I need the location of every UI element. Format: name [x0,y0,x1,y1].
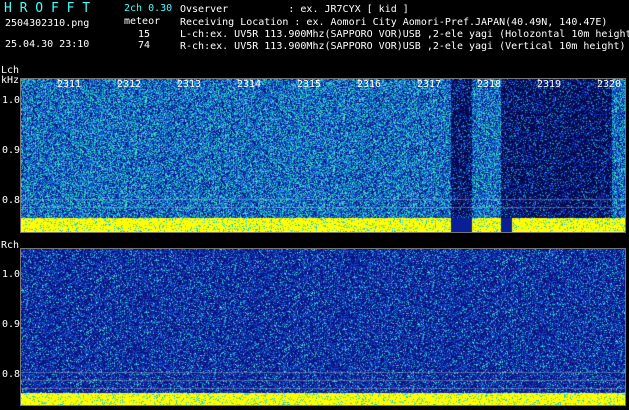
lch-count: 15 [138,29,151,40]
rch-spectrogram [20,248,626,406]
app-logo: H R O F F T [4,1,91,16]
location-line: Receiving Location : ex. Aomori City Aom… [180,17,608,28]
lch-time-tick: 2311 [57,79,82,90]
lch-time-tick: 2319 [537,79,562,90]
lch-time-tick: 2313 [177,79,202,90]
rch-count: 74 [138,40,151,51]
lch-freq-tick-1: 1.0 [2,95,21,106]
filename-label: 2504302310.png [5,18,90,29]
lch-time-tick: 2312 [117,79,142,90]
lch-time-tick: 2316 [357,79,382,90]
rch-info-line: R-ch:ex. UV5R 113.900Mhz(SAPPORO VOR)USB… [180,41,626,52]
rch-freq-tick-1: 1.0 [2,269,21,280]
rch-freq-tick-2: 0.9 [2,319,21,330]
lch-spectrogram-canvas [21,79,625,232]
lch-freq-tick-3: 0.8 [2,195,21,206]
mode-label: meteor [124,16,161,27]
lch-time-tick: 2315 [297,79,322,90]
lch-spectrogram [20,78,626,233]
rch-freq-tick-3: 0.8 [2,369,21,380]
lch-time-tick: 2318 [477,79,502,90]
lch-time-tick: 2317 [417,79,442,90]
channel-version-label: 2ch 0.30 [124,3,173,14]
lch-unit-label: kHz [1,75,20,86]
lch-info-line: L-ch:ex. UV5R 113.900Mhz(SAPPORO VOR)USB… [180,29,629,40]
rch-spectrogram-canvas [21,249,625,405]
lch-time-tick: 2320 [597,79,622,90]
rch-channel-label: Rch [1,240,20,251]
lch-time-tick: 2314 [237,79,262,90]
observer-line: Ovserver : ex. JR7CYX [ kid ] [180,4,409,15]
lch-freq-tick-2: 0.9 [2,145,21,156]
datetime-label: 25.04.30 23:10 [5,39,90,50]
